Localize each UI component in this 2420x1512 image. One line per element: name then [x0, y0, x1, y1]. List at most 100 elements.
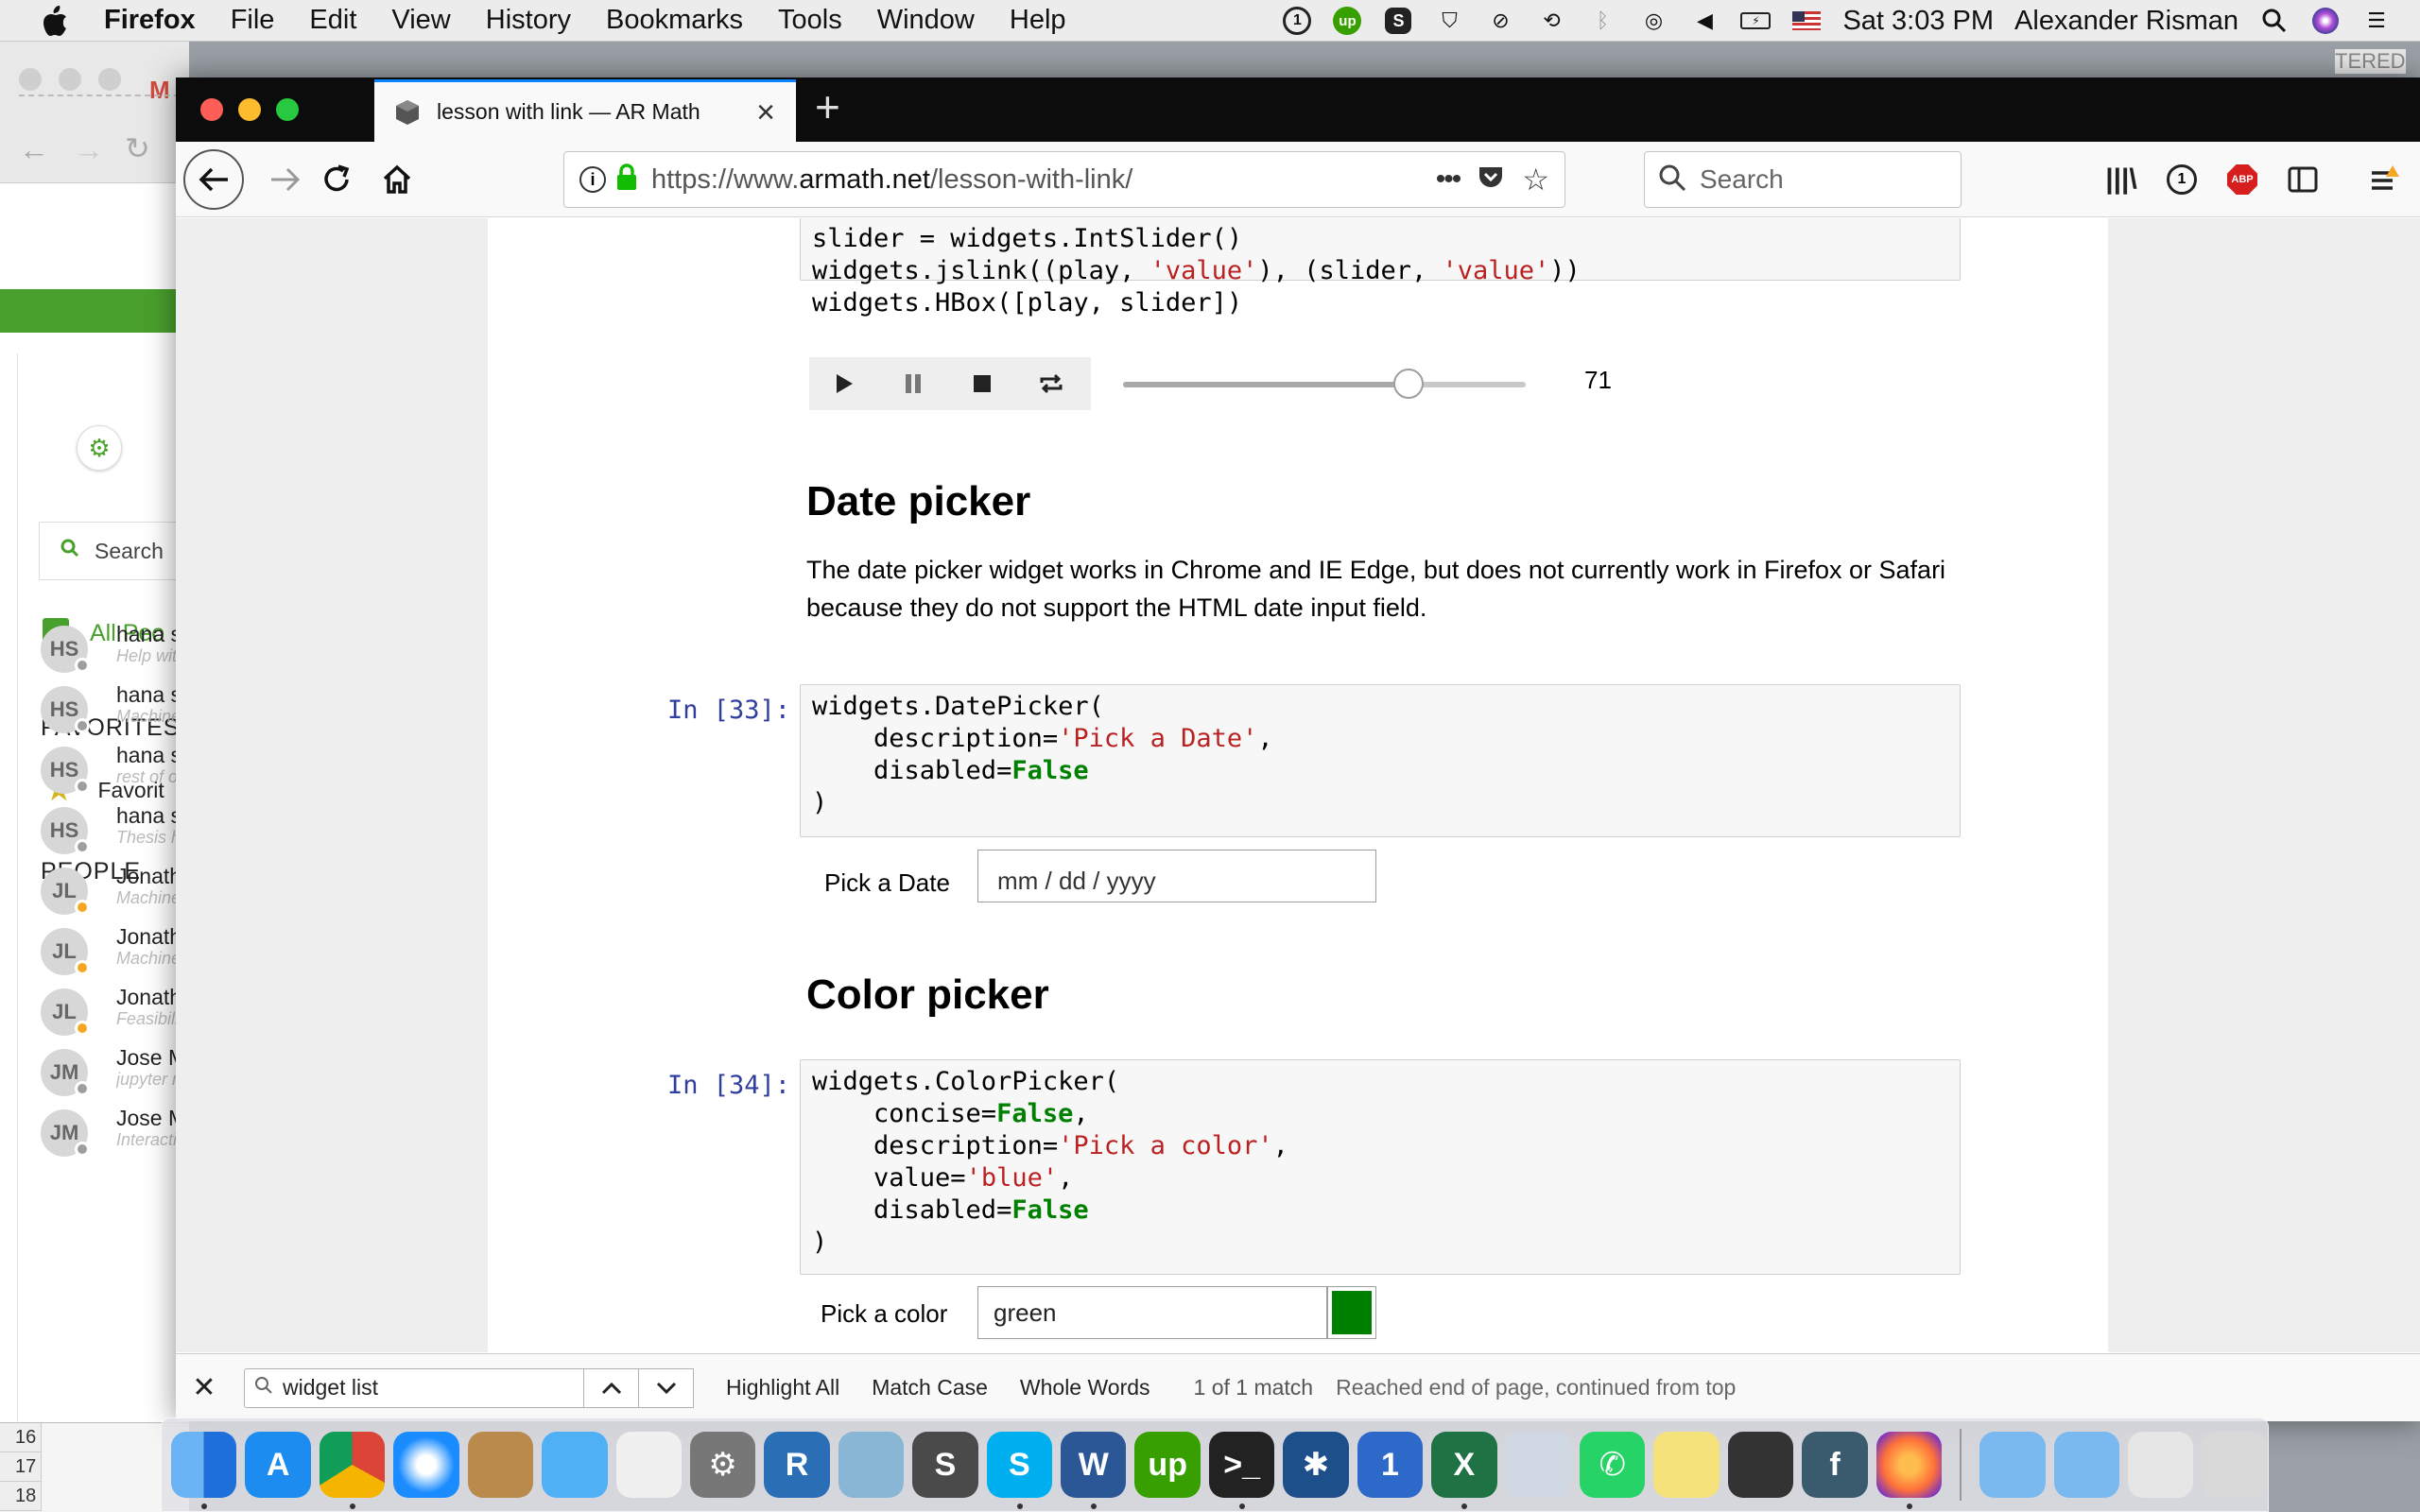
close-find-bar-icon[interactable]: ✕ — [176, 1371, 233, 1404]
us-flag-icon[interactable] — [1791, 6, 1822, 36]
stop-icon[interactable] — [947, 357, 1016, 410]
date-input[interactable]: mm / dd / yyyy — [977, 850, 1376, 902]
bookmark-star-icon[interactable]: ☆ — [1522, 162, 1549, 198]
menu-history[interactable]: History — [486, 5, 571, 36]
battery-icon[interactable]: ⚡ — [1740, 6, 1772, 36]
reload-icon[interactable] — [310, 153, 363, 206]
apple-icon[interactable] — [38, 4, 72, 38]
bg-minimize-button[interactable] — [59, 68, 81, 91]
documents-folder-icon[interactable] — [2053, 1432, 2119, 1498]
upwork-icon[interactable]: up — [1134, 1432, 1201, 1498]
textedit-icon[interactable] — [615, 1432, 682, 1498]
bg-zoom-button[interactable] — [98, 68, 121, 91]
clock[interactable]: Sat 3:03 PM — [1842, 6, 1994, 37]
highlight-all-toggle[interactable]: Highlight All — [726, 1375, 839, 1400]
menu-view[interactable]: View — [391, 5, 450, 36]
time-machine-icon[interactable]: ⟲ — [1536, 6, 1566, 36]
close-window-button[interactable] — [200, 98, 223, 121]
pocket-icon[interactable] — [1477, 164, 1505, 196]
bg-close-button[interactable] — [19, 68, 42, 91]
menu-bookmarks[interactable]: Bookmarks — [606, 5, 743, 36]
spotlight-search-icon[interactable] — [2259, 6, 2290, 36]
menu-window[interactable]: Window — [877, 5, 975, 36]
library-icon[interactable]: |||\ — [2095, 153, 2148, 206]
zoom-window-button[interactable] — [276, 98, 299, 121]
safari-icon[interactable] — [393, 1432, 459, 1498]
menu-file[interactable]: File — [231, 5, 275, 36]
upwork-status-icon[interactable]: up — [1332, 6, 1362, 36]
notification-center-icon[interactable]: ☰ — [2361, 6, 2392, 36]
terminal-icon[interactable]: >_ — [1208, 1432, 1275, 1509]
do-not-disturb-icon[interactable]: ⊘ — [1485, 6, 1515, 36]
pause-icon[interactable] — [878, 357, 947, 410]
code-cell-color-picker[interactable]: widgets.ColorPicker( concise=False, desc… — [800, 1059, 1961, 1275]
system-preferences-icon[interactable]: ⚙ — [689, 1432, 756, 1498]
tab-active[interactable]: lesson with link — AR Math × — [374, 79, 796, 142]
menu-edit[interactable]: Edit — [309, 5, 356, 36]
home-icon[interactable] — [371, 153, 424, 206]
firefox-icon[interactable] — [1876, 1432, 1943, 1509]
finder-icon[interactable] — [171, 1432, 237, 1509]
sublime-text-icon[interactable]: S — [912, 1432, 978, 1498]
page-viewport[interactable]: slider = widgets.IntSlider() widgets.jsl… — [176, 218, 2420, 1352]
play-icon[interactable] — [809, 357, 878, 410]
volume-icon[interactable]: ◀ — [1689, 6, 1720, 36]
migration-icon[interactable] — [1505, 1432, 1572, 1498]
adblock-plus-icon[interactable]: ABP — [2216, 153, 2269, 206]
repeat-icon[interactable] — [1016, 357, 1085, 410]
code-cell-date-picker[interactable]: widgets.DatePicker( description='Pick a … — [800, 684, 1961, 837]
secure-lock-icon[interactable] — [615, 163, 638, 197]
menu-tools[interactable]: Tools — [778, 5, 842, 36]
new-tab-icon[interactable]: + — [815, 85, 840, 129]
close-tab-icon[interactable]: × — [756, 96, 775, 129]
word-icon[interactable]: W — [1061, 1432, 1127, 1509]
app-store-icon[interactable]: A — [245, 1432, 311, 1498]
forward-icon[interactable] — [259, 153, 312, 206]
slider-handle[interactable] — [1393, 369, 1425, 399]
bg-reload-icon[interactable]: ↻ — [125, 130, 150, 166]
menu-app-name[interactable]: Firefox — [104, 5, 196, 36]
bg-back-icon[interactable]: ← — [19, 132, 49, 167]
messages-icon[interactable] — [542, 1432, 608, 1498]
siri-icon[interactable] — [2310, 6, 2341, 36]
bg-forward-icon[interactable]: → — [74, 132, 104, 167]
bluetooth-icon[interactable]: ᛒ — [1587, 6, 1617, 36]
onepassword-icon[interactable]: 1 — [2155, 153, 2208, 206]
skype-icon[interactable]: S — [986, 1432, 1053, 1509]
color-text-input[interactable]: green — [977, 1286, 1327, 1339]
code-cell-play-slider[interactable]: slider = widgets.IntSlider() widgets.jsl… — [800, 218, 1961, 318]
fontforge-icon[interactable]: f — [1802, 1432, 1868, 1498]
gpg-keychain-icon[interactable] — [1727, 1432, 1794, 1498]
trash-icon[interactable] — [2202, 1432, 2268, 1498]
shield-status-icon[interactable]: ⛉ — [1434, 6, 1464, 36]
whatsapp-icon[interactable]: ✆ — [1580, 1432, 1646, 1498]
chrome-icon[interactable] — [319, 1432, 386, 1509]
applications-folder-icon[interactable] — [1979, 1432, 2046, 1498]
find-input[interactable]: widget list — [244, 1367, 584, 1408]
preview-icon[interactable] — [838, 1432, 905, 1498]
user-name[interactable]: Alexander Risman — [2014, 6, 2238, 37]
onepassword-status-icon[interactable]: 1 — [1283, 7, 1312, 35]
find-previous-button[interactable] — [584, 1367, 639, 1408]
info-icon[interactable]: i — [579, 166, 606, 193]
stickies-icon[interactable] — [1653, 1432, 1720, 1498]
back-icon[interactable] — [183, 149, 244, 210]
hamburger-menu-icon[interactable] — [2358, 153, 2411, 206]
color-swatch-button[interactable] — [1327, 1286, 1376, 1339]
minimize-window-button[interactable] — [238, 98, 261, 121]
contacts-icon[interactable] — [467, 1432, 534, 1498]
search-bar[interactable]: Search — [1644, 151, 1962, 208]
page-actions-icon[interactable]: ••• — [1436, 163, 1461, 196]
skype-status-icon[interactable]: S — [1383, 6, 1413, 36]
r-icon[interactable]: R — [764, 1432, 830, 1498]
sidebar-toggle-icon[interactable] — [2276, 153, 2329, 206]
zip-archive-icon[interactable] — [2127, 1432, 2194, 1498]
menu-help[interactable]: Help — [1010, 5, 1066, 36]
settings-gear-icon[interactable]: ⚙ — [77, 425, 122, 471]
excel-icon[interactable]: X — [1431, 1432, 1497, 1509]
onepassword-dock-icon[interactable]: 1 — [1357, 1432, 1424, 1498]
match-case-toggle[interactable]: Match Case — [872, 1375, 988, 1400]
url-bar[interactable]: i https://www.armath.net/lesson-with-lin… — [563, 151, 1565, 208]
whole-words-toggle[interactable]: Whole Words — [1020, 1375, 1150, 1400]
find-next-button[interactable] — [639, 1367, 694, 1408]
